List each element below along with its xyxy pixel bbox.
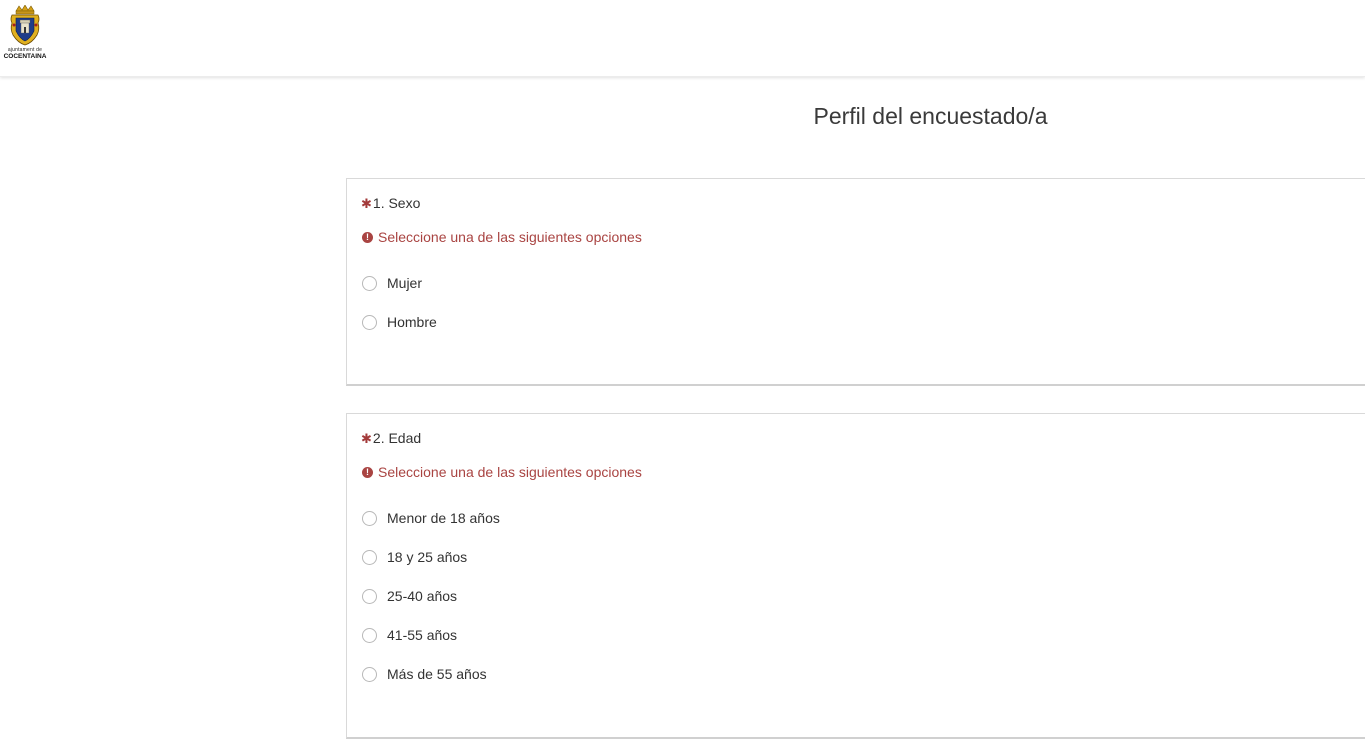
option-label: 25-40 años	[387, 588, 458, 604]
radio-button[interactable]	[362, 510, 377, 526]
radio-button[interactable]	[362, 666, 377, 682]
radio-button[interactable]	[362, 627, 377, 643]
option-label: 18 y 25 años	[387, 549, 468, 565]
question-label: 2. Edad	[372, 430, 422, 446]
option-menor-18[interactable]: Menor de 18 años	[362, 510, 500, 526]
exclamation-circle-icon: !	[362, 466, 373, 478]
radio-button[interactable]	[362, 549, 377, 565]
option-mas-55[interactable]: Más de 55 años	[362, 666, 487, 682]
option-label: Hombre	[387, 314, 437, 330]
page-title: Perfil del encuestado/a	[813, 103, 1048, 129]
option-mujer[interactable]: Mujer	[362, 275, 422, 291]
question-label: 1. Sexo	[372, 195, 421, 211]
required-asterisk-icon: ✱	[361, 196, 372, 211]
radio-button[interactable]	[362, 588, 377, 604]
validation-error-text: Seleccione una de las siguientes opcione…	[378, 464, 642, 480]
option-label: 41-55 años	[387, 627, 458, 643]
question-title: ✱1. Sexo	[361, 195, 420, 212]
logo-caption-town: COCENTAINA	[3, 53, 47, 60]
cocentaina-logo[interactable]: ajuntament de COCENTAINA	[2, 5, 48, 61]
validation-error: ! Seleccione una de las siguientes opcion…	[362, 464, 642, 480]
option-41-55[interactable]: 41-55 años	[362, 627, 457, 643]
question-card-sexo: ✱1. Sexo ! Seleccione una de las siguient…	[346, 178, 1365, 386]
option-label: Más de 55 años	[387, 666, 487, 682]
option-18-25[interactable]: 18 y 25 años	[362, 549, 467, 565]
option-hombre[interactable]: Hombre	[362, 314, 437, 330]
required-asterisk-icon: ✱	[361, 431, 372, 446]
question-title: ✱2. Edad	[361, 430, 421, 447]
header-bar: ajuntament de COCENTAINA	[0, 0, 1365, 77]
validation-error-text: Seleccione una de las siguientes opcione…	[378, 229, 642, 245]
option-label: Mujer	[387, 275, 423, 291]
radio-button[interactable]	[362, 314, 377, 330]
option-label: Menor de 18 años	[387, 510, 500, 526]
question-card-edad: ✱2. Edad ! Seleccione una de las siguient…	[346, 413, 1365, 739]
coat-of-arms-icon	[10, 5, 40, 46]
validation-error: ! Seleccione una de las siguientes opcion…	[362, 229, 642, 245]
exclamation-circle-icon: !	[362, 231, 373, 243]
radio-button[interactable]	[362, 275, 377, 291]
option-25-40[interactable]: 25-40 años	[362, 588, 457, 604]
